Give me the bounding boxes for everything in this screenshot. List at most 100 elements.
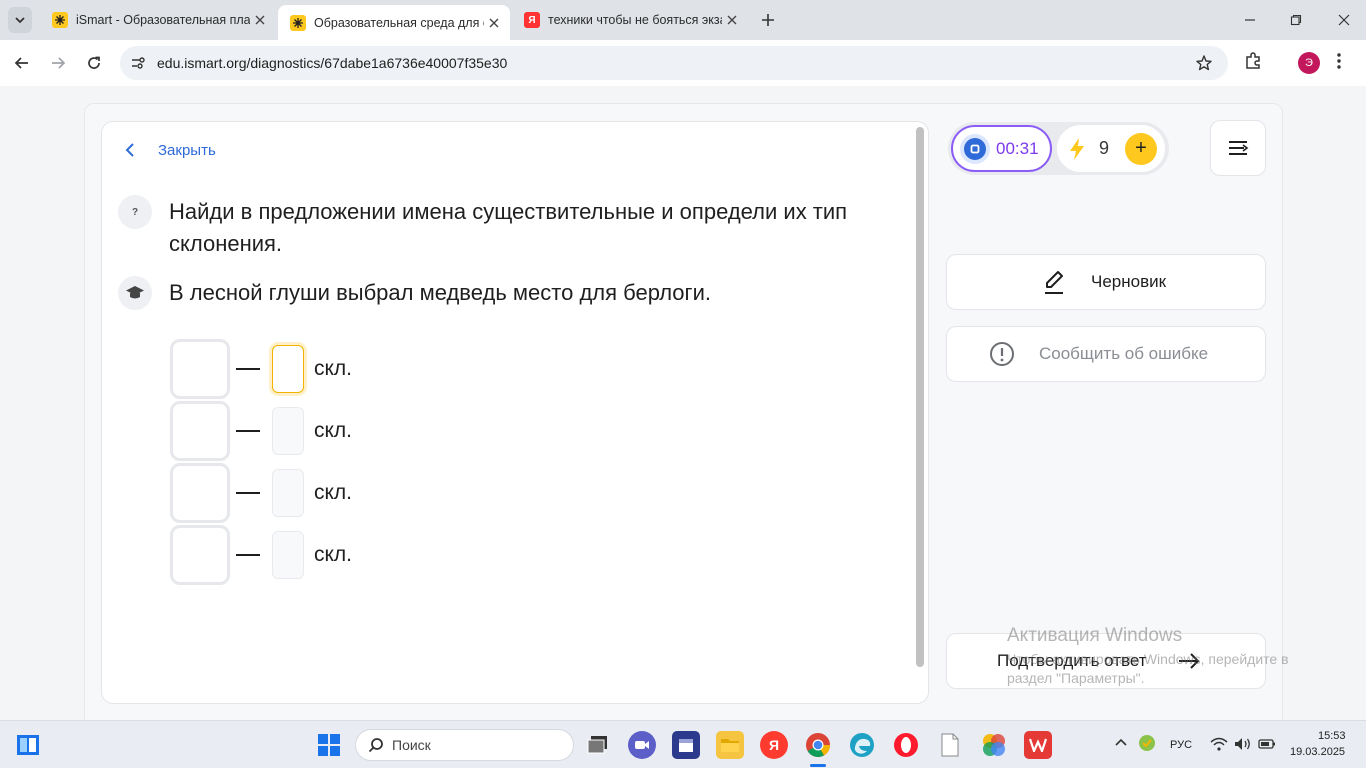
browser-toolbar: edu.ismart.org/diagnostics/67dabe1a6736e… bbox=[0, 40, 1366, 86]
file-explorer-icon[interactable] bbox=[716, 731, 744, 759]
active-app-indicator bbox=[810, 764, 826, 767]
address-bar[interactable]: edu.ismart.org/diagnostics/67dabe1a6736e… bbox=[120, 46, 1228, 80]
answer-row-3: скл. bbox=[170, 463, 352, 523]
puzzle-icon bbox=[1246, 52, 1260, 69]
browser-tab-2[interactable]: Образовательная среда для са bbox=[278, 5, 510, 40]
declension-input[interactable] bbox=[272, 531, 304, 579]
confirm-answer-button[interactable]: Подтвердить ответ bbox=[946, 633, 1266, 689]
document-icon[interactable] bbox=[936, 731, 964, 759]
bookmark-star-icon[interactable] bbox=[1195, 54, 1213, 72]
browser-tab-1[interactable]: iSmart - Образовательная пла bbox=[40, 5, 276, 35]
taskbar-search[interactable]: Поиск bbox=[355, 729, 574, 761]
calendar-app-icon[interactable] bbox=[672, 731, 700, 759]
tab-close-icon[interactable] bbox=[722, 10, 742, 30]
chevron-down-icon bbox=[15, 17, 25, 24]
chrome-icon[interactable] bbox=[804, 731, 832, 759]
stop-icon bbox=[960, 133, 990, 164]
chevron-up-icon bbox=[1115, 738, 1127, 746]
add-energy-button[interactable]: + bbox=[1125, 132, 1158, 165]
arrow-right-icon bbox=[52, 57, 66, 69]
dash-separator bbox=[236, 554, 260, 556]
word-drop-slot[interactable] bbox=[170, 463, 230, 523]
graduation-cap-icon bbox=[118, 276, 152, 310]
close-task-label: Закрыть bbox=[158, 141, 216, 159]
battery-icon[interactable] bbox=[1258, 738, 1276, 750]
task-menu-button[interactable] bbox=[1210, 120, 1266, 176]
restore-icon bbox=[1290, 14, 1302, 26]
energy-count: 9 bbox=[1099, 138, 1110, 158]
minimize-button[interactable] bbox=[1238, 8, 1262, 32]
close-task-link[interactable]: Закрыть bbox=[120, 140, 216, 160]
reload-button[interactable] bbox=[82, 51, 106, 75]
opera-icon[interactable] bbox=[892, 731, 920, 759]
arrow-left-icon bbox=[14, 57, 28, 69]
answer-row-4: скл. bbox=[170, 525, 352, 585]
chevron-left-icon bbox=[120, 140, 140, 160]
task-question: Найди в предложении имена существительны… bbox=[169, 199, 848, 256]
task-view-icon[interactable] bbox=[584, 731, 612, 759]
declension-input[interactable] bbox=[272, 345, 304, 393]
widgets-icon[interactable] bbox=[16, 733, 40, 757]
close-window-button[interactable] bbox=[1332, 8, 1356, 32]
ismart-icon bbox=[52, 12, 68, 28]
browser-tab-bar: iSmart - Образовательная пла Образовател… bbox=[0, 0, 1366, 40]
forward-button[interactable] bbox=[46, 51, 70, 75]
back-button[interactable] bbox=[10, 51, 34, 75]
edge-icon[interactable] bbox=[848, 731, 876, 759]
wifi-icon[interactable] bbox=[1210, 737, 1228, 751]
teams-icon[interactable] bbox=[628, 731, 656, 759]
browser-tab-3[interactable]: Я техники чтобы не бояться экза bbox=[512, 5, 748, 35]
tab-search-button[interactable] bbox=[8, 7, 32, 33]
word-drop-slot[interactable] bbox=[170, 401, 230, 461]
volume-icon[interactable] bbox=[1234, 737, 1252, 751]
word-drop-slot[interactable] bbox=[170, 525, 230, 585]
draft-label: Черновик bbox=[1091, 272, 1167, 291]
restore-button[interactable] bbox=[1284, 8, 1308, 32]
more-vertical-icon bbox=[1337, 53, 1341, 69]
security-tray-icon[interactable] bbox=[1138, 734, 1156, 752]
confirm-answer-label: Подтвердить ответ bbox=[997, 651, 1147, 670]
answer-row-1: скл. bbox=[170, 339, 352, 399]
declension-input[interactable] bbox=[272, 407, 304, 455]
clock-time[interactable]: 15:53 bbox=[1318, 730, 1346, 742]
task-scrollbar[interactable] bbox=[916, 127, 924, 667]
report-error-button[interactable]: Сообщить об ошибке bbox=[946, 326, 1266, 382]
yandex-icon: Я bbox=[524, 12, 540, 28]
arrow-right-icon bbox=[1177, 652, 1201, 670]
url-text: edu.ismart.org/diagnostics/67dabe1a6736e… bbox=[157, 55, 508, 71]
show-hidden-icons[interactable] bbox=[1114, 737, 1128, 747]
declension-suffix: скл. bbox=[314, 419, 353, 442]
wps-office-icon[interactable] bbox=[1024, 731, 1052, 759]
tab-title: Образовательная среда для са bbox=[314, 15, 484, 30]
declension-input[interactable] bbox=[272, 469, 304, 517]
tab-title: iSmart - Образовательная пла bbox=[76, 13, 250, 27]
minimize-icon bbox=[1245, 19, 1255, 21]
new-tab-button[interactable] bbox=[756, 8, 780, 32]
browser-menu-button[interactable] bbox=[1336, 51, 1342, 71]
draft-button[interactable]: Черновик bbox=[946, 254, 1266, 310]
task-sentence: В лесной глуши выбрал медведь место для … bbox=[169, 280, 711, 305]
word-drop-slot[interactable] bbox=[170, 339, 230, 399]
menu-collapse-icon bbox=[1229, 141, 1249, 155]
timer-pill[interactable]: 00:31 bbox=[951, 125, 1052, 172]
input-language[interactable]: РУС bbox=[1170, 739, 1192, 751]
timer-value: 00:31 bbox=[996, 138, 1039, 158]
pencil-icon bbox=[1041, 269, 1067, 295]
tab-close-icon[interactable] bbox=[250, 10, 270, 30]
profile-avatar[interactable]: Э bbox=[1298, 52, 1320, 74]
tab-title: техники чтобы не бояться экза bbox=[548, 13, 722, 27]
declension-suffix: скл. bbox=[314, 481, 353, 504]
windows-start-icon[interactable] bbox=[318, 734, 340, 756]
report-error-label: Сообщить об ошибке bbox=[1039, 344, 1209, 363]
lightning-icon bbox=[1067, 137, 1087, 161]
dash-separator bbox=[236, 368, 260, 370]
extensions-button[interactable] bbox=[1243, 51, 1263, 71]
clock-date[interactable]: 19.03.2025 bbox=[1290, 746, 1345, 758]
yandex-browser-icon[interactable]: Я bbox=[760, 731, 788, 759]
site-settings-icon[interactable] bbox=[130, 55, 146, 71]
search-icon bbox=[368, 738, 383, 753]
answer-row-2: скл. bbox=[170, 401, 352, 461]
photos-icon[interactable] bbox=[980, 731, 1008, 759]
dash-separator bbox=[236, 430, 260, 432]
tab-close-icon[interactable] bbox=[484, 13, 504, 33]
